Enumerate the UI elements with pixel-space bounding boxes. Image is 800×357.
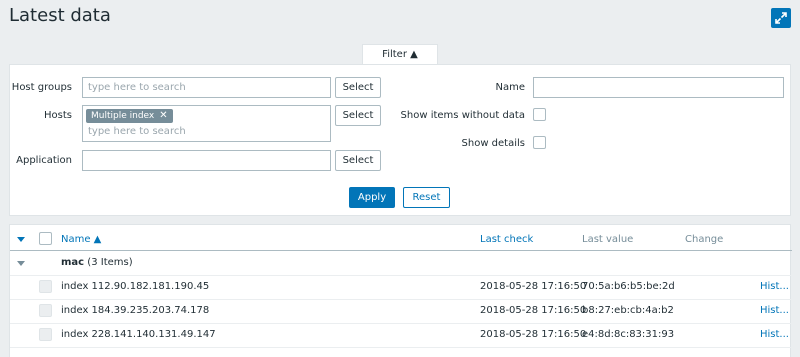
- history-link[interactable]: Hist...: [760, 329, 789, 340]
- host-chip-label: Multiple index: [91, 111, 155, 121]
- table-row-last-value: e4:8d:8c:83:31:93: [582, 329, 675, 340]
- fullscreen-button[interactable]: [771, 8, 791, 28]
- table-row-name: index 112.90.182.181.190.45: [61, 281, 210, 292]
- table-row-last-value: 70:5a:b6:b5:be:2d: [582, 281, 675, 292]
- show-items-without-data-label: Show items without data: [400, 110, 525, 121]
- column-header-last-check[interactable]: Last check: [480, 234, 533, 245]
- table-row-last-check: 2018-05-28 17:16:50: [480, 305, 587, 316]
- group-count: (3 Items): [87, 257, 133, 268]
- row-divider: [10, 347, 792, 348]
- filter-tab[interactable]: Filter ▲: [362, 44, 438, 66]
- row-checkbox[interactable]: [39, 304, 52, 317]
- show-items-without-data-checkbox[interactable]: [533, 108, 546, 121]
- column-header-name[interactable]: Name ▲: [61, 234, 101, 245]
- history-link[interactable]: Hist...: [760, 281, 789, 292]
- host-groups-label: Host groups: [11, 82, 72, 93]
- remove-chip-icon[interactable]: ✕: [159, 109, 167, 123]
- hosts-placeholder: type here to search: [88, 126, 186, 137]
- hosts-label: Hosts: [44, 110, 72, 121]
- application-input[interactable]: [82, 150, 331, 171]
- row-divider: [10, 275, 792, 276]
- name-label: Name: [495, 82, 525, 93]
- apply-button[interactable]: Apply: [349, 187, 395, 208]
- host-chip: Multiple index ✕: [86, 109, 173, 123]
- row-checkbox[interactable]: [39, 328, 52, 341]
- name-input[interactable]: [533, 77, 784, 98]
- filter-panel: Host groups type here to search Select H…: [9, 64, 791, 216]
- host-groups-input[interactable]: type here to search: [82, 77, 331, 98]
- hosts-select-button[interactable]: Select: [335, 105, 381, 126]
- show-details-checkbox[interactable]: [533, 136, 546, 149]
- host-groups-select-button[interactable]: Select: [335, 77, 381, 98]
- column-header-last-value: Last value: [582, 234, 634, 245]
- show-details-label: Show details: [461, 138, 525, 149]
- table-row-last-check: 2018-05-28 17:16:50: [480, 329, 587, 340]
- group-name: mac: [61, 257, 85, 268]
- table-row-name: index 228.141.140.131.49.147: [61, 329, 216, 340]
- page-header: Latest data: [0, 0, 800, 36]
- table-row-name: index 184.39.235.203.74.178: [61, 305, 210, 316]
- table-row-last-value: b8:27:eb:cb:4a:b2: [582, 305, 674, 316]
- row-divider: [10, 323, 792, 324]
- header-divider: [10, 250, 792, 251]
- latest-data-table: Name ▲ Last check Last value Change mac …: [9, 224, 792, 357]
- page-title: Latest data: [9, 5, 111, 26]
- reset-button[interactable]: Reset: [403, 187, 450, 208]
- hosts-input[interactable]: Multiple index ✕ type here to search: [82, 105, 331, 142]
- history-link[interactable]: Hist...: [760, 305, 789, 316]
- select-all-checkbox[interactable]: [39, 232, 52, 245]
- column-header-change: Change: [685, 234, 724, 245]
- group-label: mac (3 Items): [61, 257, 133, 268]
- collapse-all-icon[interactable]: [17, 237, 25, 242]
- group-collapse-icon[interactable]: [17, 261, 25, 266]
- row-checkbox[interactable]: [39, 280, 52, 293]
- host-groups-placeholder: type here to search: [88, 82, 186, 93]
- fullscreen-icon: [775, 12, 787, 24]
- table-row-last-check: 2018-05-28 17:16:50: [480, 281, 587, 292]
- row-divider: [10, 299, 792, 300]
- application-select-button[interactable]: Select: [335, 150, 381, 171]
- application-label: Application: [16, 155, 72, 166]
